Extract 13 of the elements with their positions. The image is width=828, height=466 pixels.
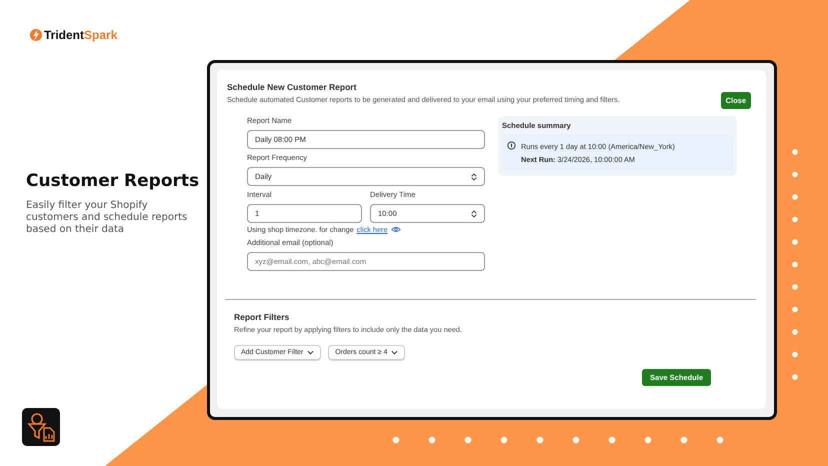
spark-logo-icon <box>29 28 43 42</box>
up-down-chevron-icon <box>471 210 477 218</box>
hero-subtitle: Easily filter your Shopify customers and schedule reports based on their data <box>26 200 188 236</box>
info-icon <box>507 141 516 150</box>
chevron-down-icon <box>391 350 398 355</box>
eye-icon <box>390 226 401 233</box>
hero-title: Customer Reports <box>26 170 200 192</box>
chevron-down-icon <box>307 350 314 355</box>
brand-logo-text: TridentSpark <box>44 28 118 42</box>
filter-report-app-icon <box>22 408 60 446</box>
filters-title: Report Filters <box>234 312 290 322</box>
up-down-chevron-icon <box>471 172 477 180</box>
dialog-title: Schedule New Customer Report <box>227 82 358 92</box>
